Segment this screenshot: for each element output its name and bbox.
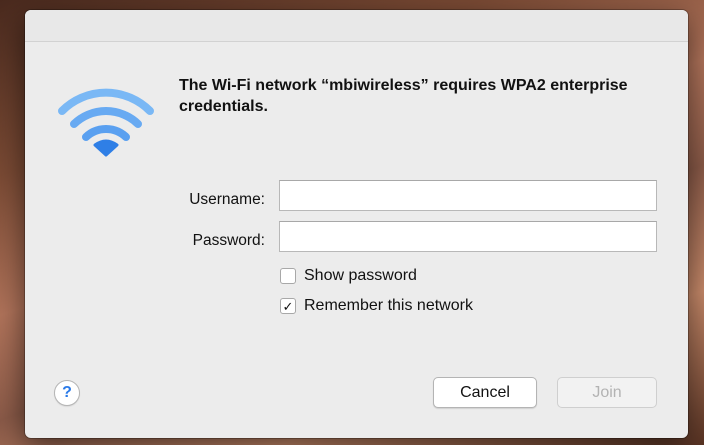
username-field[interactable] bbox=[279, 180, 657, 211]
wifi-icon bbox=[58, 88, 154, 157]
dialog-titlebar[interactable] bbox=[25, 10, 688, 42]
wifi-credentials-dialog: The Wi-Fi network “mbiwireless” requires… bbox=[25, 10, 688, 438]
remember-network-checkbox[interactable]: ✓ bbox=[280, 298, 296, 314]
show-password-label: Show password bbox=[304, 267, 417, 284]
dialog-message: The Wi-Fi network “mbiwireless” requires… bbox=[179, 77, 628, 115]
show-password-checkbox[interactable] bbox=[280, 268, 296, 284]
cancel-button[interactable]: Cancel bbox=[433, 377, 537, 408]
show-password-option[interactable]: Show password bbox=[280, 267, 417, 285]
remember-network-option[interactable]: ✓ Remember this network bbox=[280, 297, 473, 315]
username-label: Username: bbox=[189, 191, 265, 208]
password-field[interactable] bbox=[279, 221, 657, 252]
password-label: Password: bbox=[192, 232, 265, 249]
remember-network-label: Remember this network bbox=[304, 297, 473, 314]
join-button[interactable]: Join bbox=[557, 377, 657, 408]
help-button[interactable]: ? bbox=[54, 380, 80, 406]
